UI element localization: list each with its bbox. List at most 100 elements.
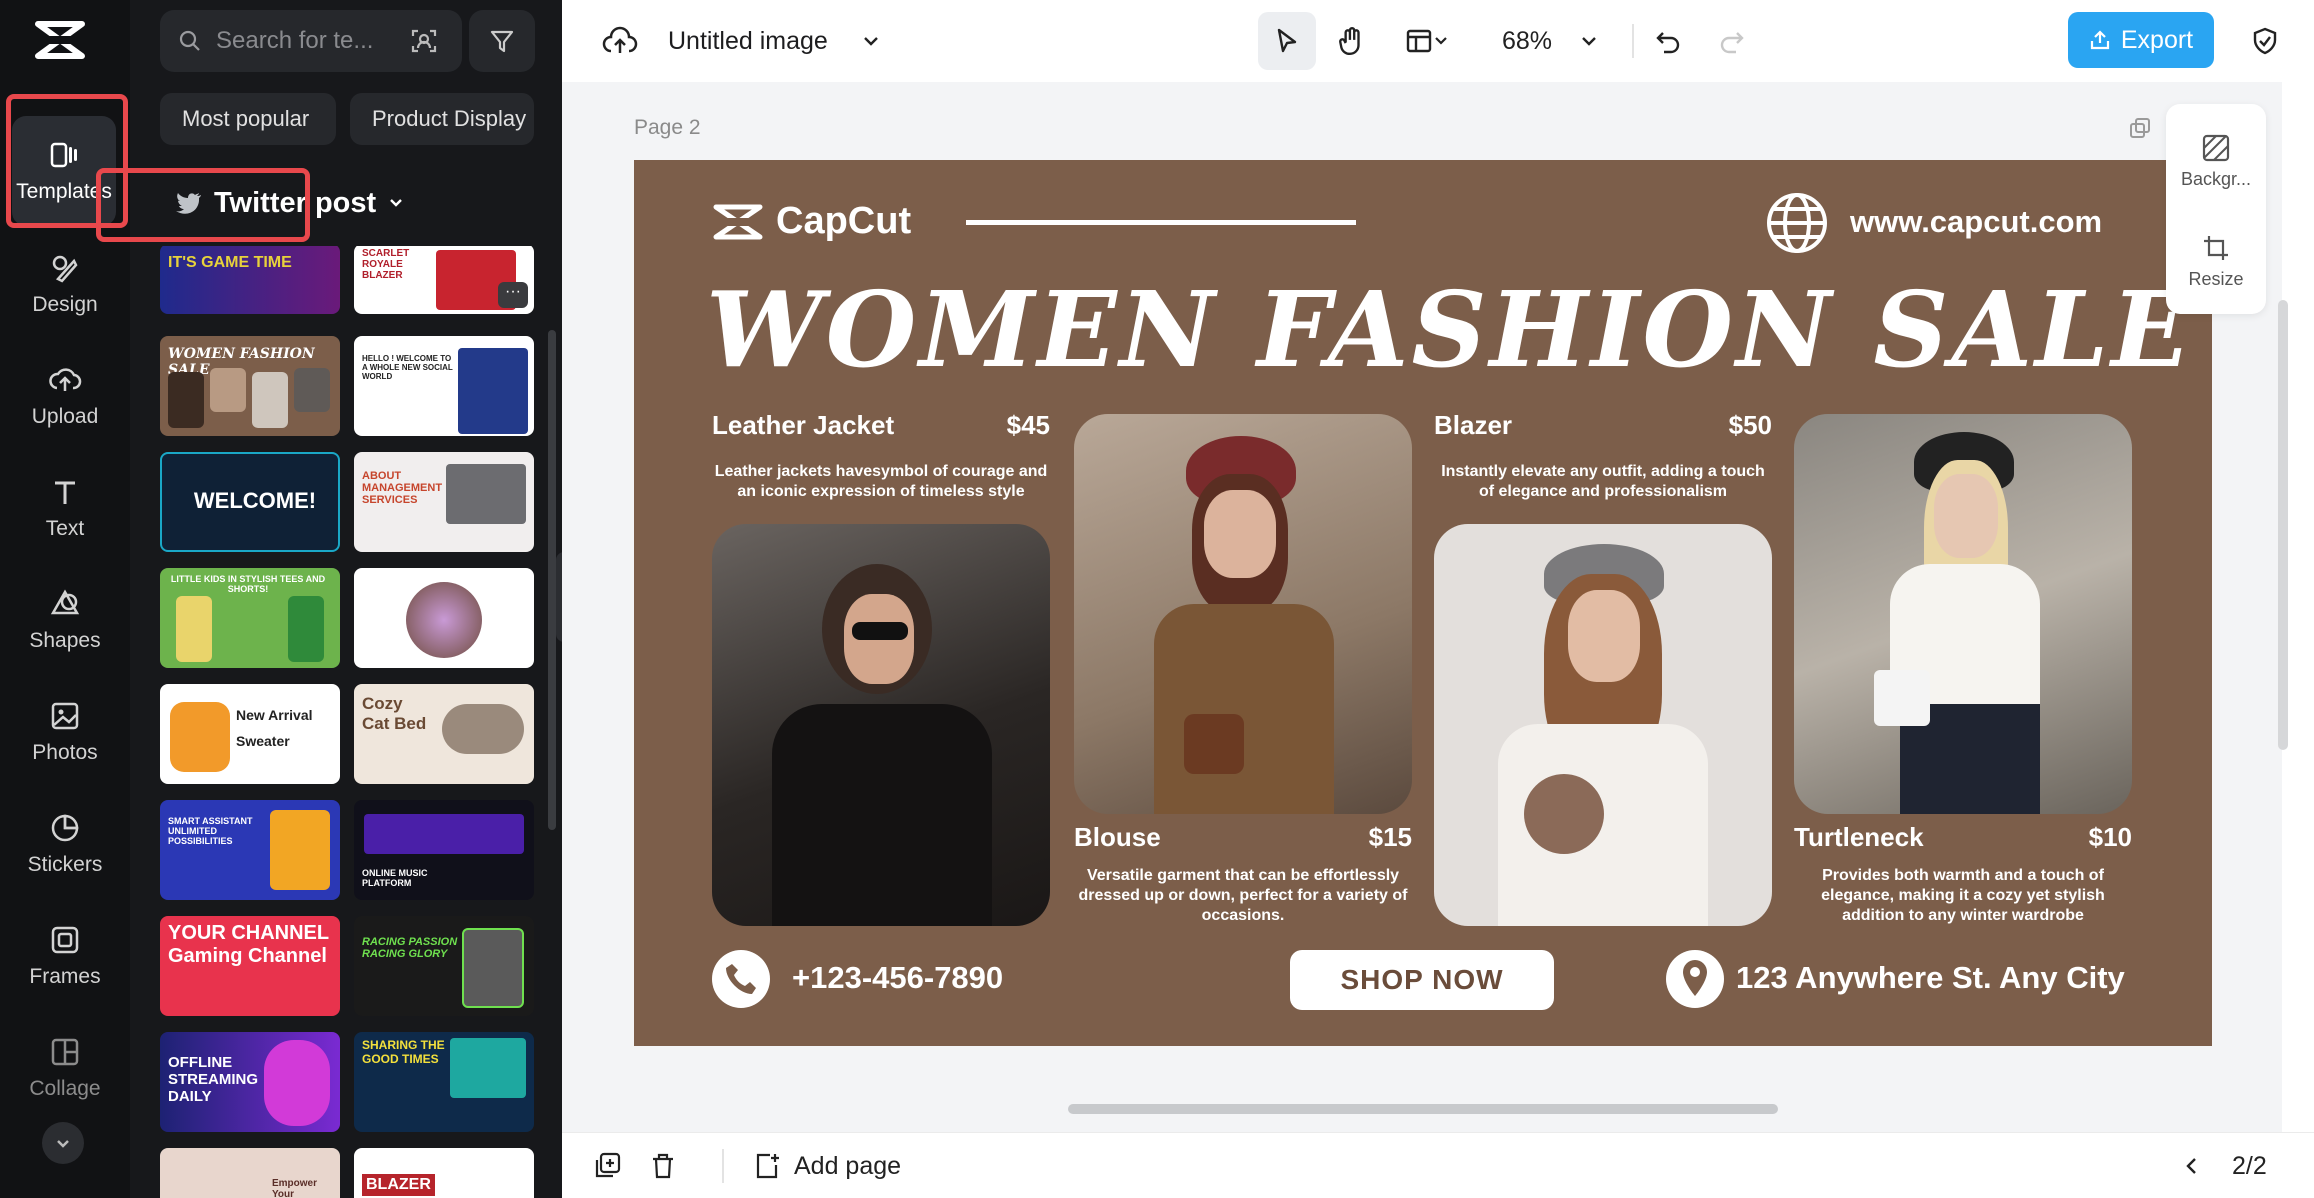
- document-title[interactable]: Untitled image: [668, 0, 828, 82]
- template-thumbnail[interactable]: WELCOME!: [160, 452, 340, 552]
- rail-label: Frames: [29, 965, 101, 988]
- template-thumbnail[interactable]: New Arrival Sweater: [160, 684, 340, 784]
- rail-item-upload[interactable]: Upload: [0, 346, 130, 446]
- add-page-button[interactable]: Add page: [752, 1133, 901, 1198]
- template-thumbnail[interactable]: SCARLET ROYALE BLAZER ···: [354, 246, 534, 314]
- text-icon: [55, 481, 75, 504]
- rail-item-collage[interactable]: Collage: [0, 1018, 130, 1118]
- template-thumbnail[interactable]: HELLO ! WELCOME TO A WHOLE NEW SOCIAL WO…: [354, 336, 534, 436]
- template-thumbnail[interactable]: OFFLINE STREAMING DAILY: [160, 1032, 340, 1132]
- template-search[interactable]: [160, 10, 462, 72]
- upload-icon: [49, 368, 82, 391]
- rail-item-design[interactable]: Design: [0, 234, 130, 334]
- thumbnail-photo: [462, 928, 524, 1008]
- undo-icon[interactable]: [1654, 0, 1682, 82]
- item-name: Turtleneck: [1794, 822, 1924, 852]
- thumbnail-photo: [168, 372, 204, 428]
- search-icon: [179, 30, 200, 51]
- more-options-icon[interactable]: ···: [498, 282, 528, 308]
- chip-most-popular[interactable]: Most popular: [160, 93, 336, 145]
- delete-icon[interactable]: [648, 1133, 678, 1198]
- item-price: $15: [1368, 822, 1412, 852]
- design-icon: [52, 255, 78, 283]
- item-description: Provides both warmth and a touch of eleg…: [1821, 867, 2105, 924]
- template-thumbnail[interactable]: Empower Your: [160, 1148, 340, 1198]
- poster-url: www.capcut.com: [1850, 204, 2103, 239]
- resize-label: Resize: [2188, 268, 2244, 289]
- shield-icon[interactable]: [2250, 0, 2280, 82]
- template-thumbnail[interactable]: SHARING THE GOOD TIMES: [354, 1032, 534, 1132]
- filter-button[interactable]: [469, 10, 535, 72]
- chevron-down-icon[interactable]: [1580, 0, 1598, 82]
- template-thumbnail[interactable]: RACING PASSION RACING GLORY: [354, 916, 534, 1016]
- chevron-down-icon: [57, 1140, 69, 1148]
- templates-icon: [50, 142, 77, 168]
- add-layer-icon[interactable]: [592, 1133, 622, 1198]
- page-label: Page 2: [634, 116, 701, 139]
- resize-button[interactable]: Resize: [2166, 216, 2266, 306]
- chevron-down-icon[interactable]: [862, 0, 880, 82]
- template-thumbnail[interactable]: ABOUT MANAGEMENT SERVICES: [354, 452, 534, 552]
- category-dropdown[interactable]: Twitter post: [166, 176, 404, 230]
- item-price: $10: [2088, 822, 2132, 852]
- rail-item-photos[interactable]: Photos: [0, 682, 130, 782]
- thumbnail-photo: [442, 704, 524, 754]
- layout-tool-button[interactable]: [1392, 12, 1462, 70]
- export-button[interactable]: Export: [2068, 12, 2214, 68]
- template-thumbnail[interactable]: ONLINE MUSIC PLATFORM: [354, 800, 534, 900]
- thumbnail-photo: [450, 1038, 526, 1098]
- canvas-vertical-scrollbar[interactable]: [2278, 300, 2288, 750]
- hand-tool-button[interactable]: [1322, 12, 1380, 70]
- image-search-icon[interactable]: [410, 27, 438, 55]
- export-icon: [2090, 30, 2109, 50]
- thumbnail-photo: [364, 814, 524, 854]
- thumbnail-photo: [170, 702, 230, 772]
- template-grid: IT'S GAME TIME SCARLET ROYALE BLAZER ···…: [160, 246, 542, 1198]
- poster-headline: WOMEN FASHION SALE: [706, 268, 2194, 391]
- brand-name: CapCut: [776, 200, 912, 242]
- capcut-logo-icon[interactable]: [34, 18, 86, 62]
- address: 123 Anywhere St. Any City: [1736, 960, 2125, 995]
- redo-icon[interactable]: [1718, 0, 1746, 82]
- template-thumbnail[interactable]: Cozy Cat Bed: [354, 684, 534, 784]
- template-thumbnail[interactable]: [354, 568, 534, 668]
- panel-scrollbar[interactable]: [548, 330, 556, 830]
- chip-product-display[interactable]: Product Display: [350, 93, 534, 145]
- zoom-level[interactable]: 68%: [1502, 0, 1552, 82]
- template-thumbnail[interactable]: SMART ASSISTANT UNLIMITED POSSIBILITIES: [160, 800, 340, 900]
- shop-now-button[interactable]: SHOP NOW: [1290, 950, 1554, 1010]
- background-button[interactable]: Backgr...: [2166, 116, 2266, 206]
- template-thumbnail[interactable]: IT'S GAME TIME: [160, 246, 340, 314]
- filter-icon: [490, 30, 514, 53]
- rail-item-frames[interactable]: Frames: [0, 906, 130, 1006]
- left-rail: Templates Design Upload Text Shapes Phot…: [0, 0, 130, 1198]
- phone-icon: [712, 950, 770, 1008]
- cloud-save-icon[interactable]: [602, 0, 638, 82]
- more-tools-button[interactable]: [42, 1122, 84, 1164]
- rail-item-stickers[interactable]: Stickers: [0, 794, 130, 894]
- canvas-horizontal-scrollbar[interactable]: [1068, 1104, 1778, 1114]
- export-label: Export: [2120, 25, 2194, 54]
- rail-item-text[interactable]: Text: [0, 458, 130, 558]
- chevron-left-icon[interactable]: [2182, 1133, 2202, 1198]
- layout-icon: [1406, 29, 1432, 53]
- search-input[interactable]: [216, 27, 396, 55]
- page-counter: 2/2: [2232, 1151, 2267, 1180]
- item-description: Versatile garment that can be effortless…: [1078, 867, 1408, 924]
- chevron-down-icon: [1435, 37, 1447, 45]
- template-thumbnail[interactable]: YOUR CHANNEL Gaming Channel: [160, 916, 340, 1016]
- thumbnail-photo: [210, 368, 246, 412]
- duplicate-page-icon[interactable]: [2128, 116, 2152, 140]
- select-tool-button[interactable]: [1258, 12, 1316, 70]
- rail-item-templates[interactable]: Templates: [12, 116, 116, 226]
- capcut-editor: Templates Design Upload Text Shapes Phot…: [0, 0, 2314, 1198]
- poster-canvas[interactable]: CapCut www.capcut.com WOMEN FASHION SALE…: [634, 160, 2212, 1046]
- template-thumbnail[interactable]: LITTLE KIDS IN STYLISH TEES AND SHORTS!: [160, 568, 340, 668]
- item-price: $50: [1728, 410, 1772, 440]
- thumbnail-photo: [270, 810, 330, 890]
- template-thumbnail[interactable]: WOMEN FASHION SALE: [160, 336, 340, 436]
- thumbnail-photo: [446, 464, 526, 524]
- template-thumbnail[interactable]: BLAZER: [354, 1148, 534, 1198]
- bottom-bar: Add page 2/2: [562, 1132, 2314, 1198]
- rail-item-shapes[interactable]: Shapes: [0, 570, 130, 670]
